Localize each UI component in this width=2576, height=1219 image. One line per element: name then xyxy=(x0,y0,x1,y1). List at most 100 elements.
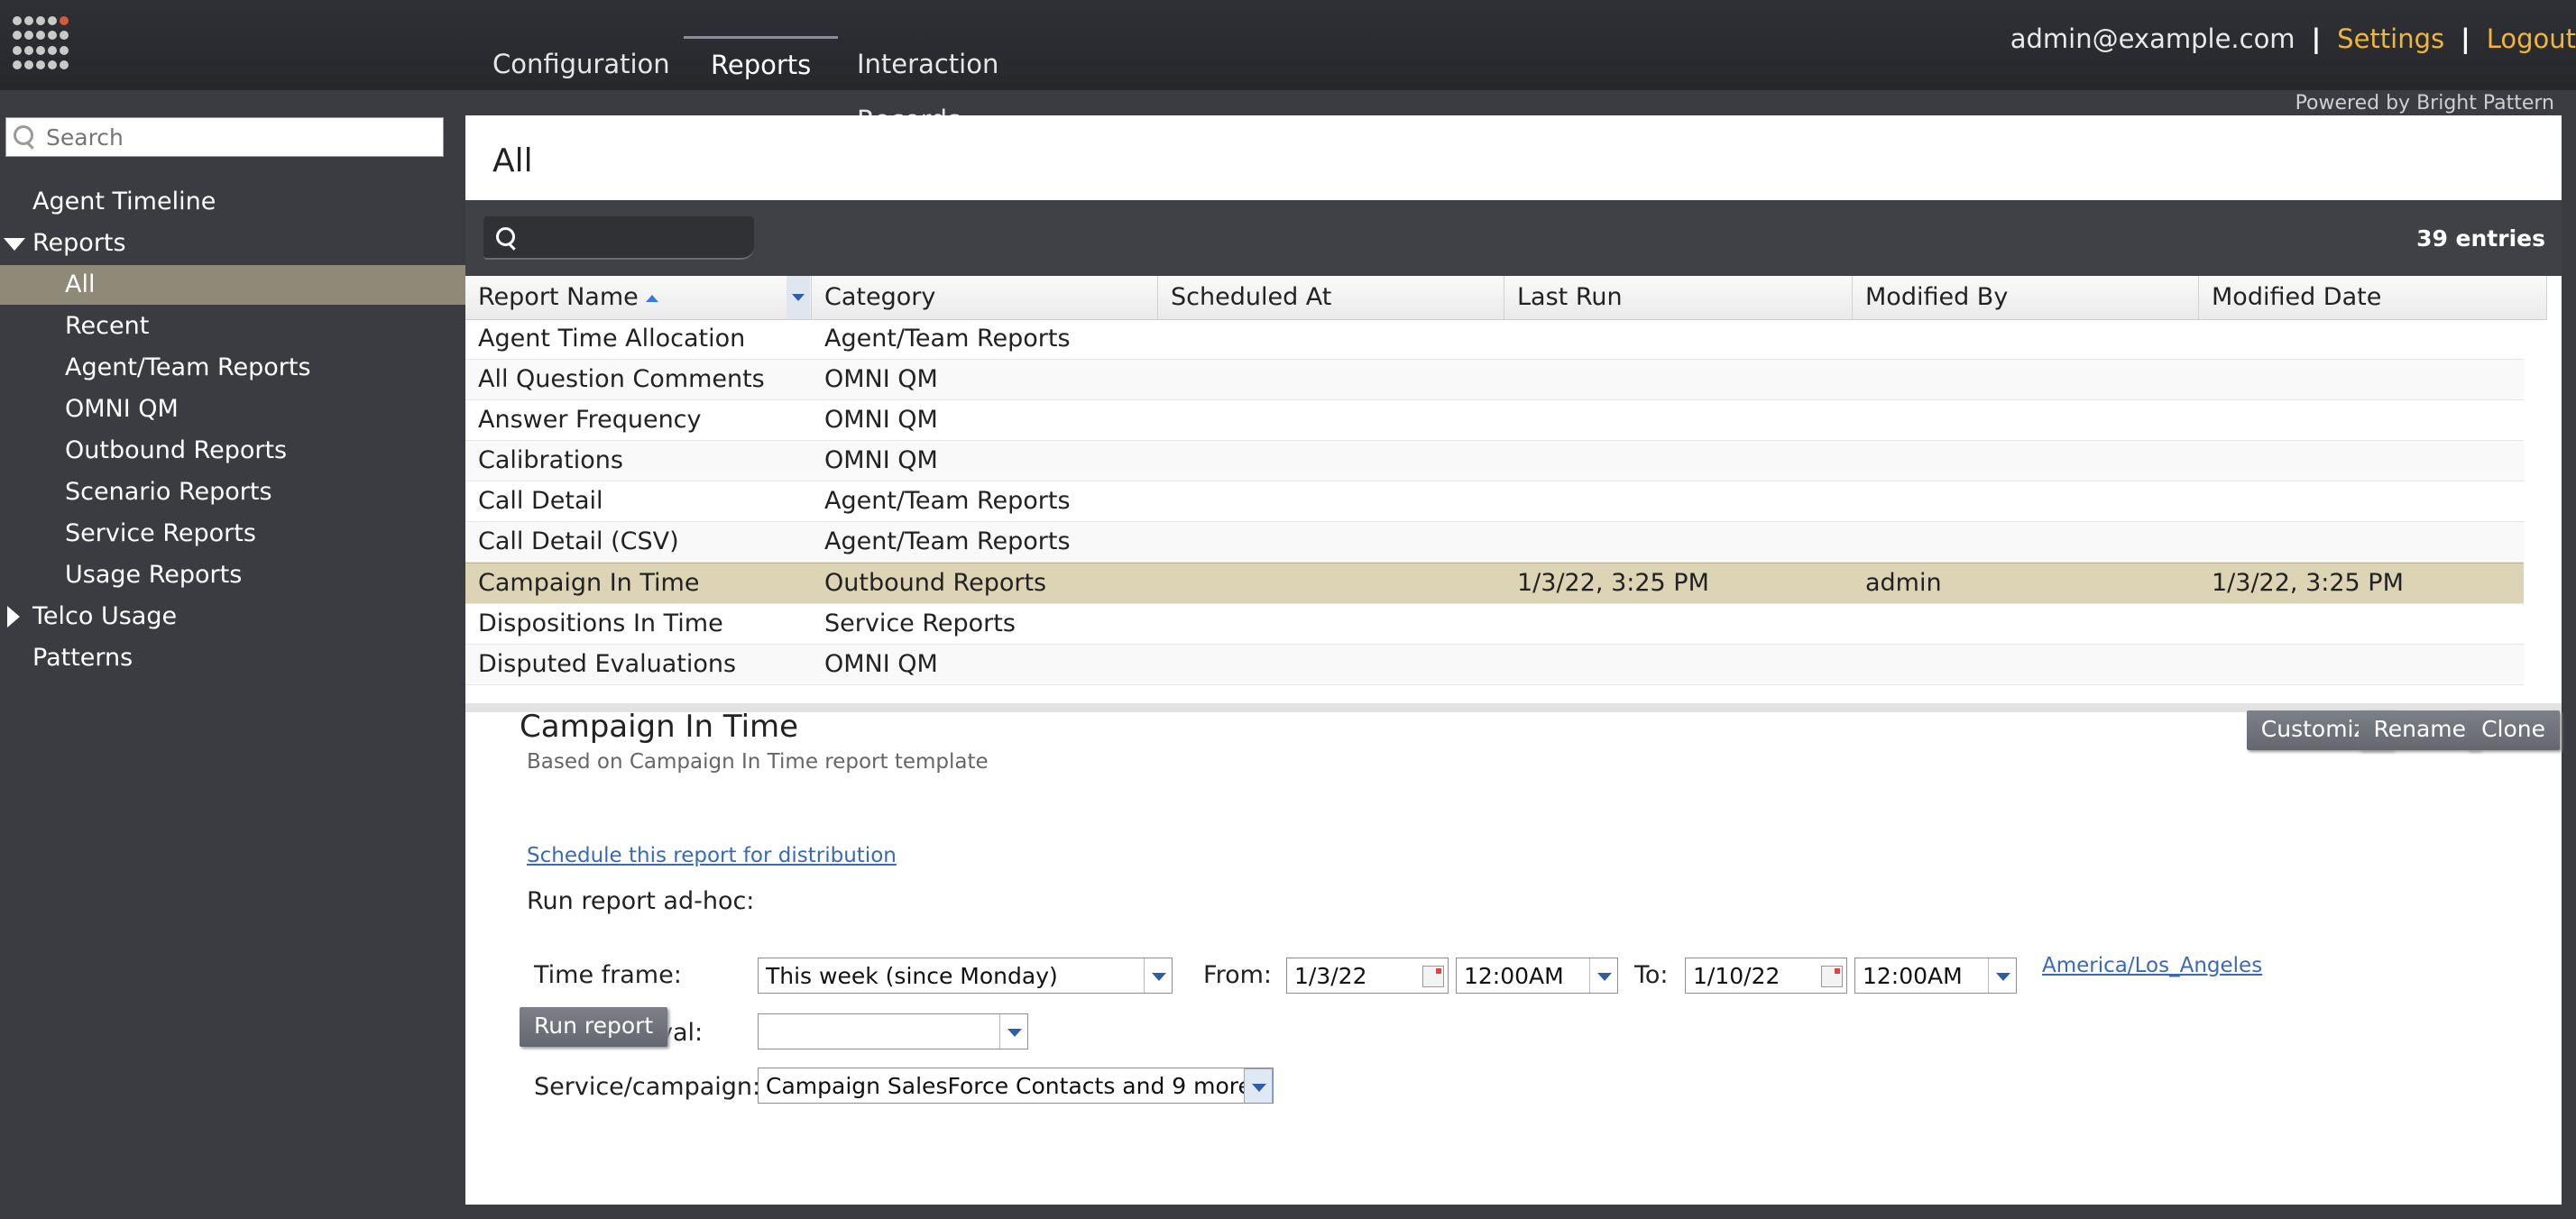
col-header-label: Report Name xyxy=(478,283,639,311)
col-header-scheduled-at[interactable]: Scheduled At xyxy=(1158,276,1504,319)
settings-link[interactable]: Settings xyxy=(2337,23,2444,54)
to-time-value: 12:00AM xyxy=(1863,963,1963,989)
time-frame-select[interactable]: This week (since Monday) xyxy=(758,958,1173,994)
clone-button[interactable]: Clone xyxy=(2467,710,2560,750)
sort-ascending-icon xyxy=(645,294,658,302)
from-time-select[interactable]: 12:00AM xyxy=(1456,958,1618,994)
tab-interaction-records[interactable]: Interaction Records xyxy=(830,36,1026,135)
sidebar-item-reports[interactable]: Reports xyxy=(0,224,465,263)
col-header-last-run[interactable]: Last Run xyxy=(1504,276,1853,319)
run-report-button[interactable]: Run report xyxy=(520,1007,668,1047)
sidebar-item-recent[interactable]: Recent xyxy=(0,307,465,346)
service-campaign-label: Service/campaign: xyxy=(534,1073,761,1101)
sidebar-item-label: Recent xyxy=(65,312,150,340)
tab-configuration[interactable]: Configuration xyxy=(465,36,697,88)
logout-link[interactable]: Logout xyxy=(2487,23,2576,54)
cell-report-name: Answer Frequency xyxy=(478,406,702,434)
timezone-link[interactable]: America/Los_Angeles xyxy=(2042,954,2262,977)
col-header-report-name[interactable]: Report Name xyxy=(465,276,812,319)
to-label: To: xyxy=(1634,961,1669,989)
sidebar-item-label: Agent/Team Reports xyxy=(65,353,311,381)
sidebar-item-label: Telco Usage xyxy=(32,602,178,630)
sidebar-search[interactable] xyxy=(5,117,444,157)
table-header: Report Name Category Scheduled At Last R… xyxy=(465,276,2547,320)
table-row[interactable]: All Question Comments OMNI QM xyxy=(465,360,2524,400)
table-row[interactable]: Disputed Evaluations OMNI QM xyxy=(465,645,2524,685)
col-header-modified-by[interactable]: Modified By xyxy=(1853,276,2199,319)
sidebar-item-label: Agent Timeline xyxy=(32,188,216,215)
chevron-down-icon[interactable] xyxy=(1144,958,1172,993)
sidebar-item-patterns[interactable]: Patterns xyxy=(0,638,465,678)
sidebar-search-input[interactable] xyxy=(44,120,436,154)
cell-report-name: Call Detail xyxy=(478,487,603,515)
grid-toolbar: 39 entries xyxy=(465,200,2562,276)
cell-report-name: Call Detail (CSV) xyxy=(478,527,679,555)
from-date-value: 1/3/22 xyxy=(1294,963,1367,989)
cell-category: Agent/Team Reports xyxy=(824,527,1071,555)
cell-category: Service Reports xyxy=(824,610,1016,637)
sidebar-item-label: Outbound Reports xyxy=(65,436,288,464)
search-icon xyxy=(14,125,33,145)
table-row[interactable]: Call Detail (CSV) Agent/Team Reports xyxy=(465,522,2524,563)
sidebar-item-label: Service Reports xyxy=(65,519,256,547)
cell-report-name: All Question Comments xyxy=(478,365,765,393)
sidebar-item-omni-qm[interactable]: OMNI QM xyxy=(0,390,465,429)
chevron-down-icon[interactable] xyxy=(1988,958,2016,993)
sidebar-item-label: OMNI QM xyxy=(65,395,179,423)
cell-category: OMNI QM xyxy=(824,406,938,434)
cell-category: Agent/Team Reports xyxy=(824,325,1071,353)
table-row[interactable]: Agent Time Allocation Agent/Team Reports xyxy=(465,319,2524,360)
expand-down-icon[interactable] xyxy=(4,238,25,251)
sidebar-item-usage-reports[interactable]: Usage Reports xyxy=(0,555,465,595)
powered-by-text: Powered by Bright Pattern xyxy=(2295,92,2554,115)
search-icon xyxy=(496,227,515,246)
tab-reports[interactable]: Reports xyxy=(684,36,839,91)
sidebar-item-service-reports[interactable]: Service Reports xyxy=(0,514,465,554)
cell-last-run: 1/3/22, 3:25 PM xyxy=(1517,569,1709,597)
chevron-down-icon[interactable] xyxy=(999,1014,1027,1049)
cell-report-name: Disputed Evaluations xyxy=(478,650,737,678)
sidebar-item-label: Scenario Reports xyxy=(65,478,272,506)
cell-report-name: Campaign In Time xyxy=(478,569,700,597)
table-row[interactable]: Answer Frequency OMNI QM xyxy=(465,400,2524,441)
main-panel: All 39 entries Report Name Category Sche… xyxy=(465,115,2562,1205)
expand-right-icon[interactable] xyxy=(7,606,20,628)
table-row-selected[interactable]: Campaign In Time Outbound Reports 1/3/22… xyxy=(465,563,2524,604)
to-time-select[interactable]: 12:00AM xyxy=(1854,958,2017,994)
report-detail-subtitle: Based on Campaign In Time report templat… xyxy=(527,750,989,774)
sidebar-item-all[interactable]: All xyxy=(0,265,465,305)
app-logo-icon[interactable] xyxy=(13,16,69,72)
cell-modified-by: admin xyxy=(1865,569,1942,597)
col-header-category[interactable]: Category xyxy=(812,276,1158,319)
rename-button[interactable]: Rename xyxy=(2359,710,2480,750)
grid-search-input[interactable] xyxy=(483,216,754,260)
sidebar-item-agent-timeline[interactable]: Agent Timeline xyxy=(0,182,465,222)
schedule-report-link[interactable]: Schedule this report for distribution xyxy=(527,844,897,867)
sidebar-item-telco-usage[interactable]: Telco Usage xyxy=(0,597,465,637)
report-detail-title: Campaign In Time xyxy=(520,709,799,745)
table-row[interactable]: Calibrations OMNI QM xyxy=(465,441,2524,481)
time-interval-select[interactable] xyxy=(758,1013,1028,1049)
sidebar-item-outbound-reports[interactable]: Outbound Reports xyxy=(0,431,465,471)
sidebar: Agent Timeline Reports All Recent Agent/… xyxy=(0,90,465,1219)
sidebar-item-scenario-reports[interactable]: Scenario Reports xyxy=(0,472,465,512)
time-frame-value: This week (since Monday) xyxy=(766,963,1058,989)
chevron-down-icon[interactable] xyxy=(1589,958,1617,993)
separator: | xyxy=(2311,23,2322,54)
time-frame-label: Time frame: xyxy=(534,961,682,989)
entries-count: 39 entries xyxy=(2416,225,2545,252)
sidebar-item-agent-team-reports[interactable]: Agent/Team Reports xyxy=(0,348,465,388)
cell-report-name: Agent Time Allocation xyxy=(478,325,746,353)
column-menu-dropdown-icon[interactable] xyxy=(787,276,810,319)
table-row[interactable]: Call Detail Agent/Team Reports xyxy=(465,481,2524,522)
cell-category: OMNI QM xyxy=(824,650,938,678)
chevron-down-icon[interactable] xyxy=(1244,1068,1273,1103)
table-row[interactable]: Dispositions In Time Service Reports xyxy=(465,604,2524,645)
calendar-icon[interactable] xyxy=(1821,966,1843,987)
from-date-input[interactable]: 1/3/22 xyxy=(1286,958,1449,994)
to-date-input[interactable]: 1/10/22 xyxy=(1685,958,1847,994)
cell-category: Agent/Team Reports xyxy=(824,487,1071,515)
service-campaign-select[interactable]: Campaign SalesForce Contacts and 9 more.… xyxy=(758,1068,1274,1104)
calendar-icon[interactable] xyxy=(1422,966,1444,987)
col-header-modified-date[interactable]: Modified Date xyxy=(2199,276,2547,319)
